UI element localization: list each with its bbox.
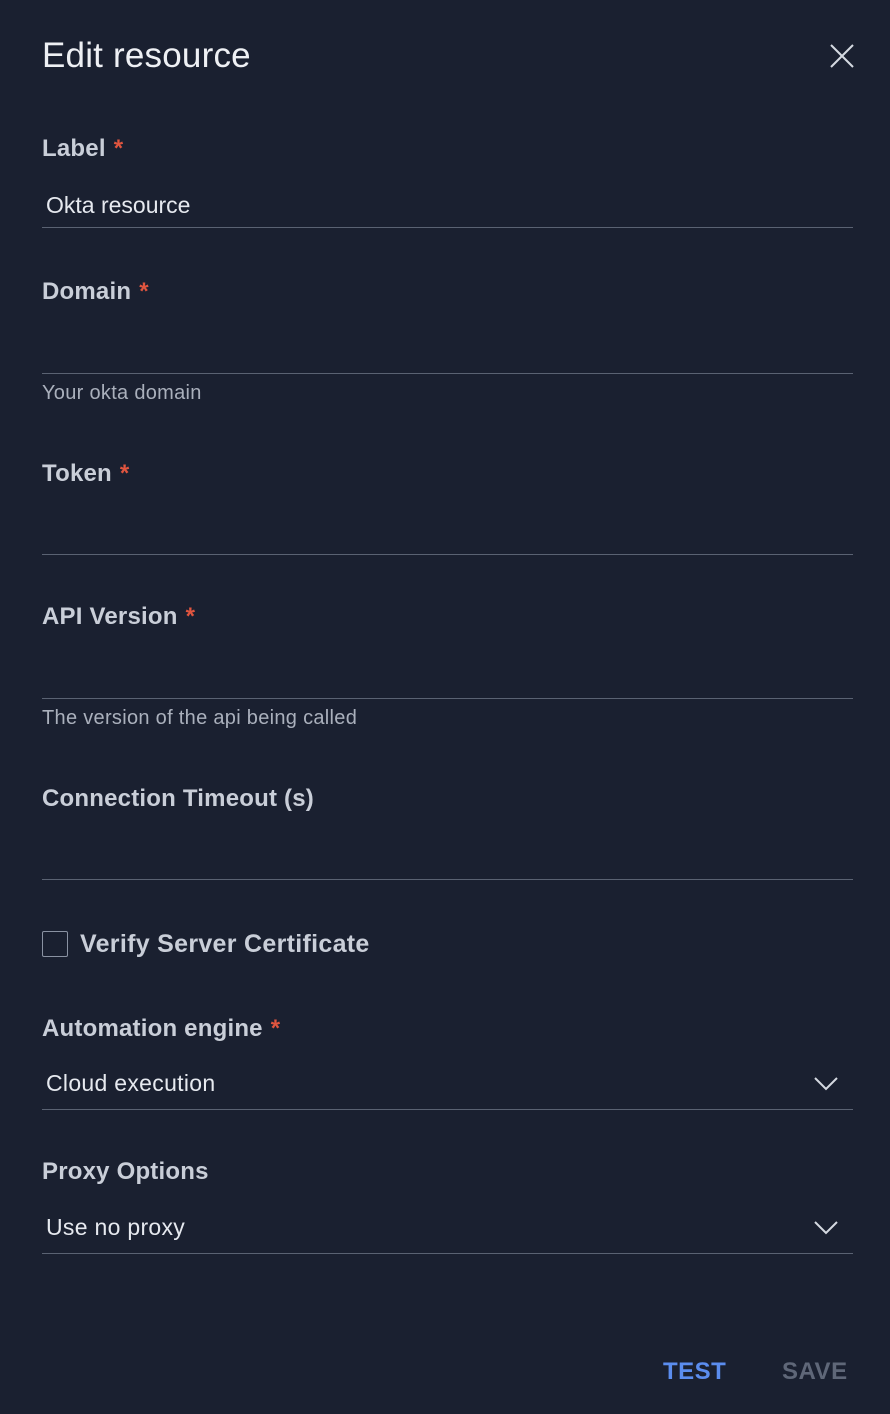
token-field-label: Token * <box>42 460 129 488</box>
close-icon[interactable] <box>826 40 858 72</box>
proxy-options-select[interactable]: Use no proxy <box>42 1208 853 1254</box>
required-marker: * <box>113 135 124 162</box>
domain-field-label: Domain * <box>42 278 149 306</box>
label-field-label-text: Label <box>42 135 106 162</box>
connection-timeout-field-label: Connection Timeout (s) <box>42 785 314 813</box>
dialog-title: Edit resource <box>42 36 251 75</box>
api-version-input[interactable] <box>42 655 853 699</box>
domain-helper-text: Your okta domain <box>42 382 202 404</box>
verify-certificate-checkbox[interactable] <box>42 931 68 957</box>
required-marker: * <box>185 603 196 630</box>
save-button[interactable]: SAVE <box>782 1358 848 1386</box>
proxy-options-value: Use no proxy <box>46 1214 186 1240</box>
test-button[interactable]: TEST <box>663 1358 726 1386</box>
proxy-options-field-label-text: Proxy Options <box>42 1158 209 1185</box>
chevron-down-icon <box>814 1221 838 1235</box>
automation-engine-select[interactable]: Cloud execution <box>42 1064 853 1110</box>
api-version-helper-text: The version of the api being called <box>42 707 358 729</box>
label-input[interactable] <box>42 184 853 228</box>
domain-input[interactable] <box>42 330 853 374</box>
api-version-field-label-text: API Version <box>42 603 178 630</box>
automation-engine-value: Cloud execution <box>46 1070 216 1096</box>
verify-certificate-label[interactable]: Verify Server Certificate <box>80 930 370 959</box>
chevron-down-icon <box>814 1077 838 1091</box>
token-input[interactable] <box>42 511 853 555</box>
api-version-field-label: API Version * <box>42 603 195 631</box>
required-marker: * <box>270 1015 281 1042</box>
proxy-options-field-label: Proxy Options <box>42 1158 209 1186</box>
required-marker: * <box>139 278 149 305</box>
connection-timeout-field-label-text: Connection Timeout (s) <box>42 785 314 812</box>
automation-engine-field-label-text: Automation engine <box>42 1015 263 1042</box>
automation-engine-field-label: Automation engine * <box>42 1015 280 1043</box>
connection-timeout-input[interactable] <box>42 836 853 880</box>
required-marker: * <box>119 460 130 487</box>
domain-field-label-text: Domain <box>42 278 132 305</box>
token-field-label-text: Token <box>42 460 112 487</box>
label-field-label: Label * <box>42 135 123 163</box>
